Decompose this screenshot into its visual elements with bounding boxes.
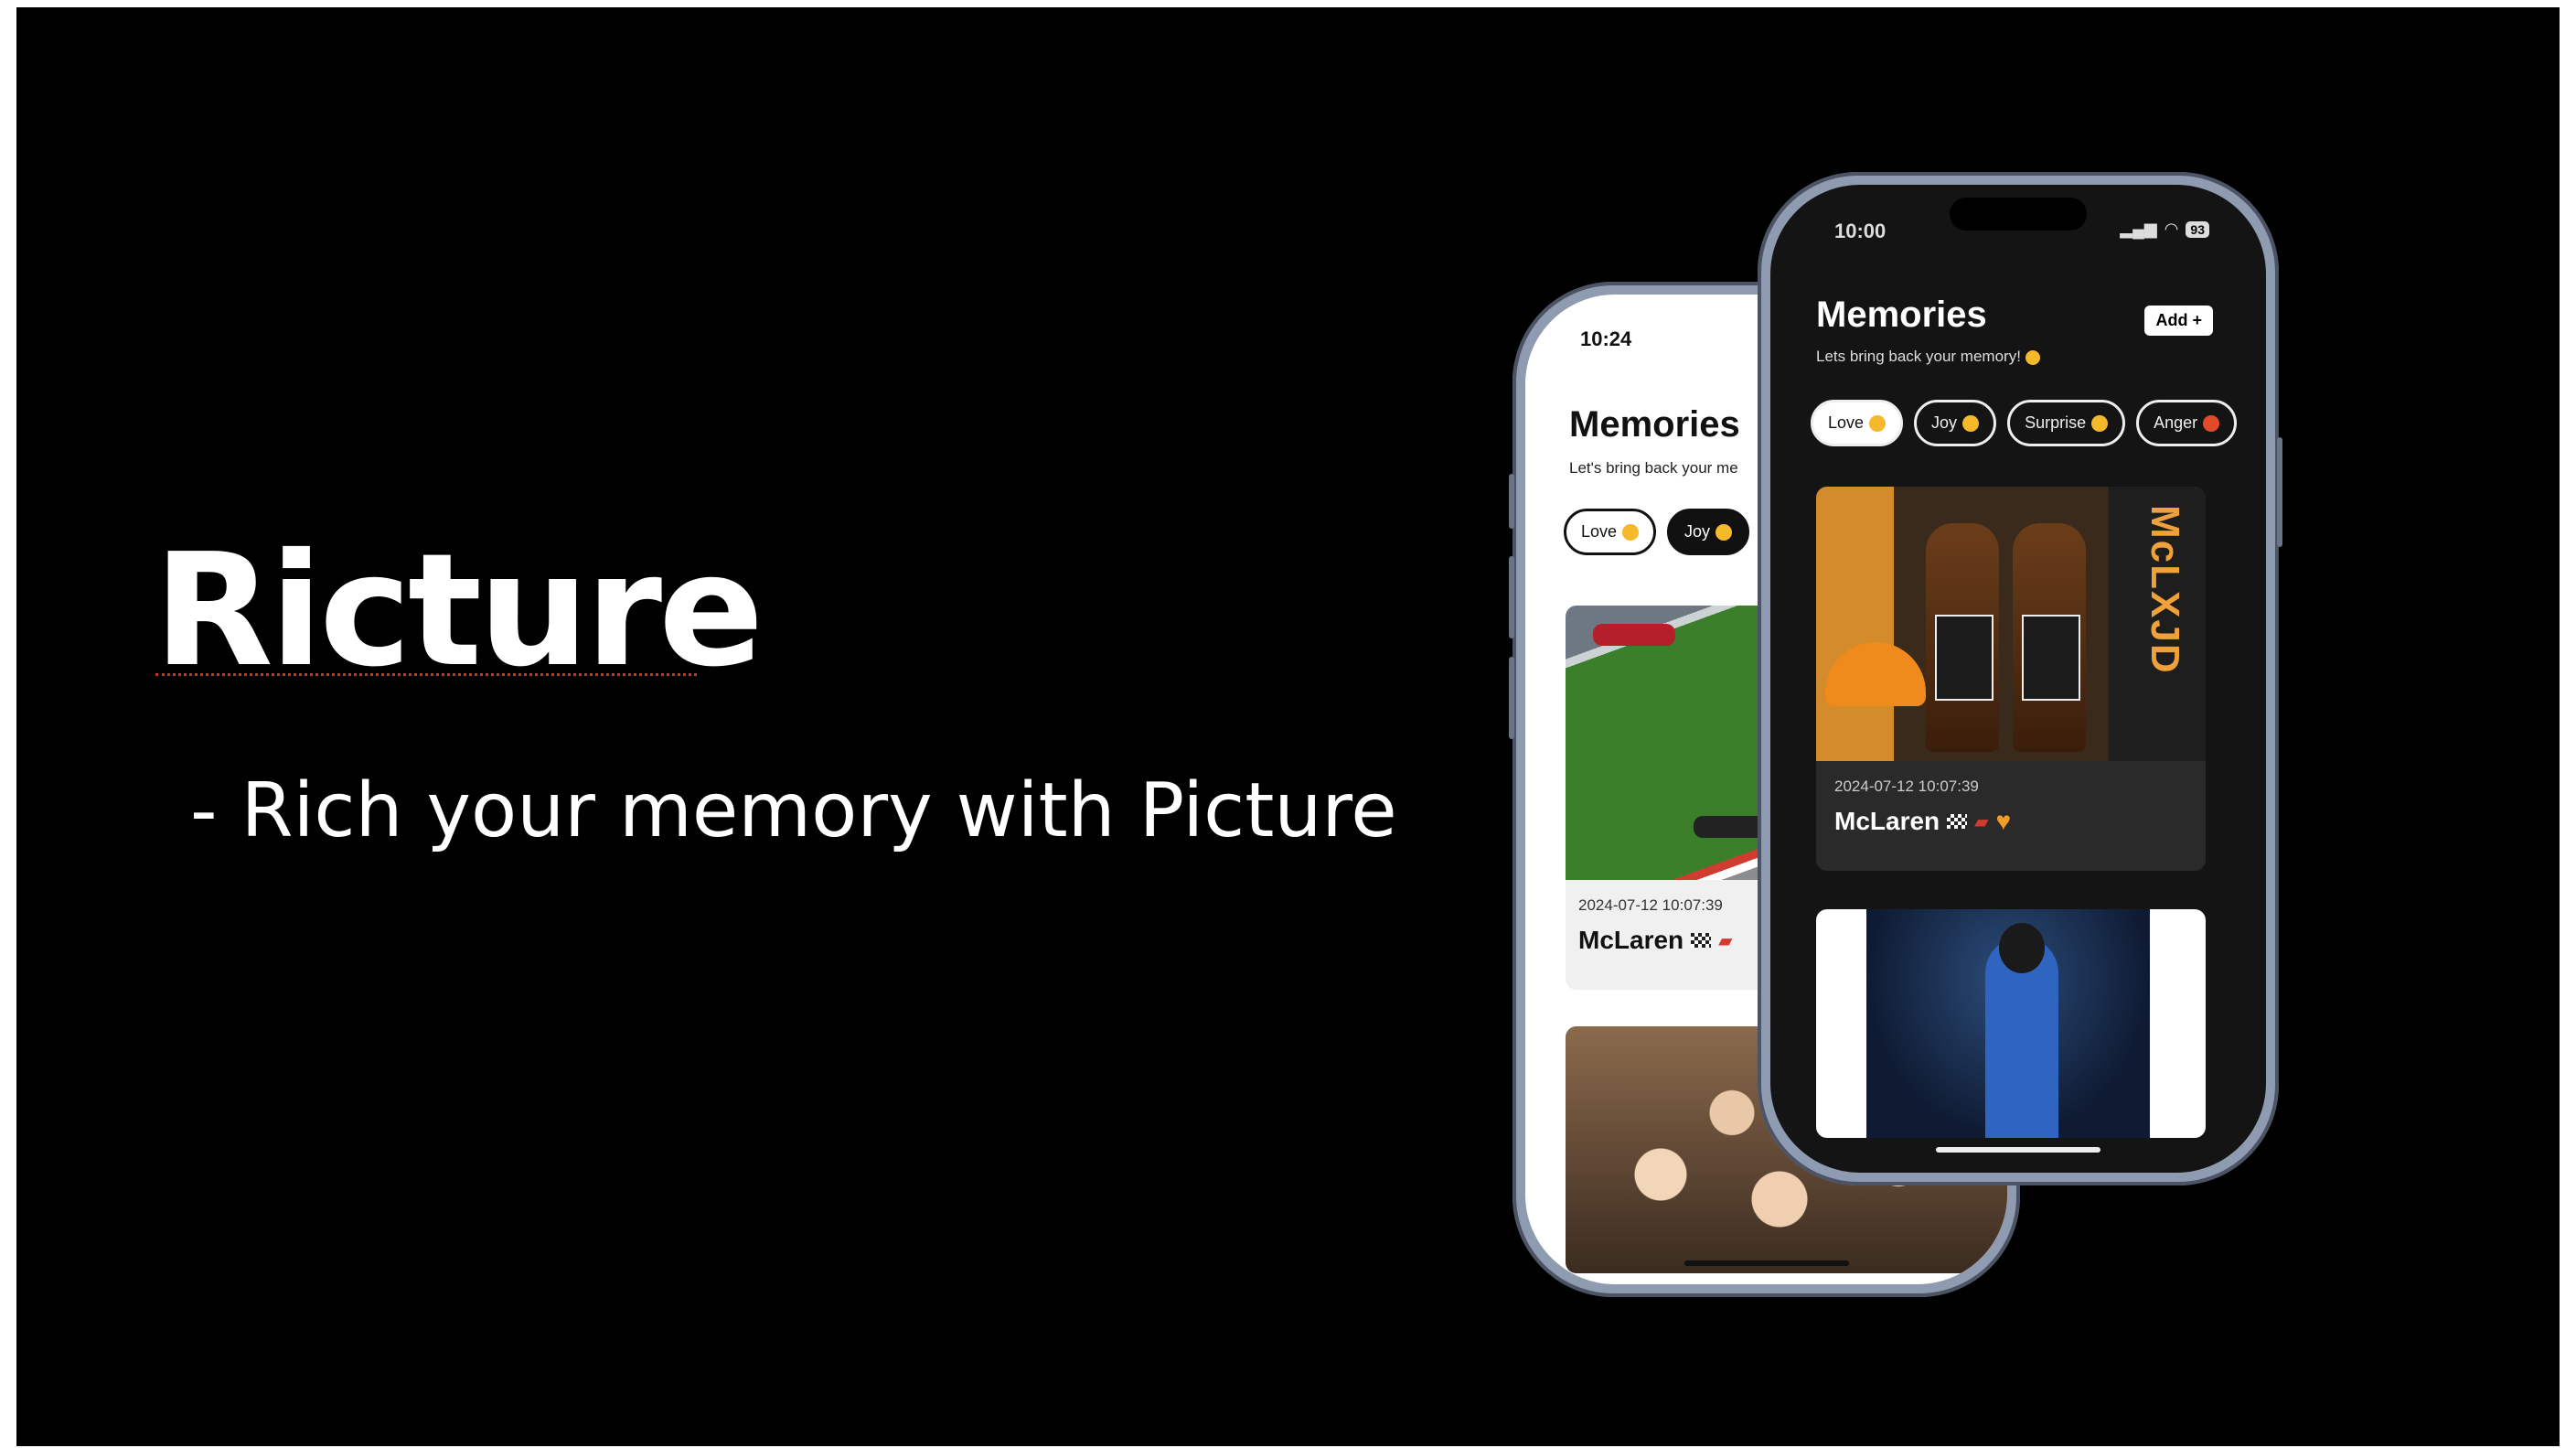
- app-subtitle: Lets bring back your memory!: [1816, 348, 2040, 366]
- emoji-icon: [1869, 414, 1887, 432]
- app-title: Memories: [1816, 295, 1987, 335]
- phone-side-button: [1509, 657, 1514, 739]
- chip-joy[interactable]: Joy: [1914, 400, 1997, 446]
- chip-label: Joy: [1931, 413, 1958, 432]
- singer-head: [1999, 923, 2045, 973]
- whiskey-photo: McLXJD: [1816, 487, 2206, 761]
- emoji-icon: [2091, 414, 2109, 432]
- box-text: McLXJD: [2143, 505, 2187, 675]
- chip-surprise[interactable]: Surprise: [2007, 400, 2126, 446]
- race-car-icon: ▰: [1974, 811, 1989, 832]
- front-phone-mockup: 10:00 ▂▄▆ ◠ 93 Memories Lets bring back …: [1758, 172, 2282, 1185]
- chip-label: Joy: [1684, 522, 1711, 541]
- memory-date: 2024-07-12 10:07:39: [1834, 778, 1979, 795]
- phone-side-button: [2277, 437, 2282, 547]
- emotion-chips: Love Joy Surprise Anger: [1811, 400, 2238, 446]
- orange-cap-image: [1825, 642, 1926, 706]
- chip-love[interactable]: Love: [1564, 509, 1657, 555]
- app-subtitle: Let's bring back your me: [1569, 459, 1738, 477]
- phone-side-button: [1509, 556, 1514, 638]
- emotion-chips: Love Joy: [1564, 509, 1750, 555]
- chip-label: Love: [1828, 413, 1865, 432]
- dynamic-island: [1950, 198, 2087, 231]
- status-time: 10:00: [1834, 220, 1887, 242]
- race-car-icon: ▰: [1718, 930, 1733, 951]
- memory-date: 2024-07-12 10:07:39: [1578, 896, 1723, 914]
- slide-title: Ricture: [154, 520, 764, 702]
- checkered-flag-icon: [1691, 933, 1712, 948]
- status-icons: ▂▄▆ ◠ 93: [2120, 220, 2209, 239]
- memory-card[interactable]: [1816, 909, 2206, 1138]
- chip-label: Surprise: [2025, 413, 2087, 432]
- home-indicator: [1936, 1147, 2100, 1153]
- bottle-label: [2022, 615, 2080, 701]
- heart-icon: ♥: [1995, 807, 2012, 835]
- memory-title-text: McLaren: [1834, 807, 1940, 835]
- bottle-image: [2013, 523, 2086, 752]
- phone-side-button: [1509, 474, 1514, 529]
- chip-joy[interactable]: Joy: [1667, 509, 1750, 555]
- emoji-icon: [2203, 414, 2220, 432]
- chip-label: Anger: [2154, 413, 2198, 432]
- memory-title: McLaren ▰: [1578, 926, 1733, 955]
- checkered-flag-icon: [1947, 814, 1968, 829]
- battery-icon: 93: [2186, 220, 2209, 238]
- add-button[interactable]: Add +: [2144, 306, 2213, 336]
- spellcheck-underline: [155, 673, 697, 676]
- slide-subtitle: - Rich your memory with Picture: [190, 767, 1397, 854]
- race-car-image: [1593, 624, 1675, 646]
- front-phone-screen: 10:00 ▂▄▆ ◠ 93 Memories Lets bring back …: [1770, 185, 2266, 1173]
- bottle-image: [1926, 523, 1999, 752]
- chip-love[interactable]: Love: [1811, 400, 1904, 446]
- app-title: Memories: [1569, 404, 1740, 445]
- wifi-icon: ◠: [2164, 220, 2179, 238]
- concert-photo: [1866, 909, 2150, 1138]
- bottle-label: [1935, 615, 1993, 701]
- status-time: 10:24: [1580, 327, 1632, 350]
- signal-icon: ▂▄▆: [2120, 220, 2157, 238]
- emoji-icon: [1622, 523, 1640, 541]
- memory-title-text: McLaren: [1578, 926, 1684, 954]
- app-subtitle-text: Lets bring back your memory!: [1816, 348, 2021, 365]
- home-indicator: [1683, 1260, 1849, 1266]
- emoji-icon: [2025, 349, 2040, 365]
- memory-title: McLaren ▰ ♥: [1834, 807, 2011, 836]
- emoji-icon: [1962, 414, 1980, 432]
- memory-card[interactable]: McLXJD 2024-07-12 10:07:39 McLaren ▰ ♥: [1816, 487, 2206, 871]
- chip-anger[interactable]: Anger: [2136, 400, 2238, 446]
- chip-label: Love: [1581, 522, 1618, 541]
- slide: Ricture - Rich your memory with Picture …: [16, 7, 2560, 1446]
- emoji-icon: [1716, 523, 1733, 541]
